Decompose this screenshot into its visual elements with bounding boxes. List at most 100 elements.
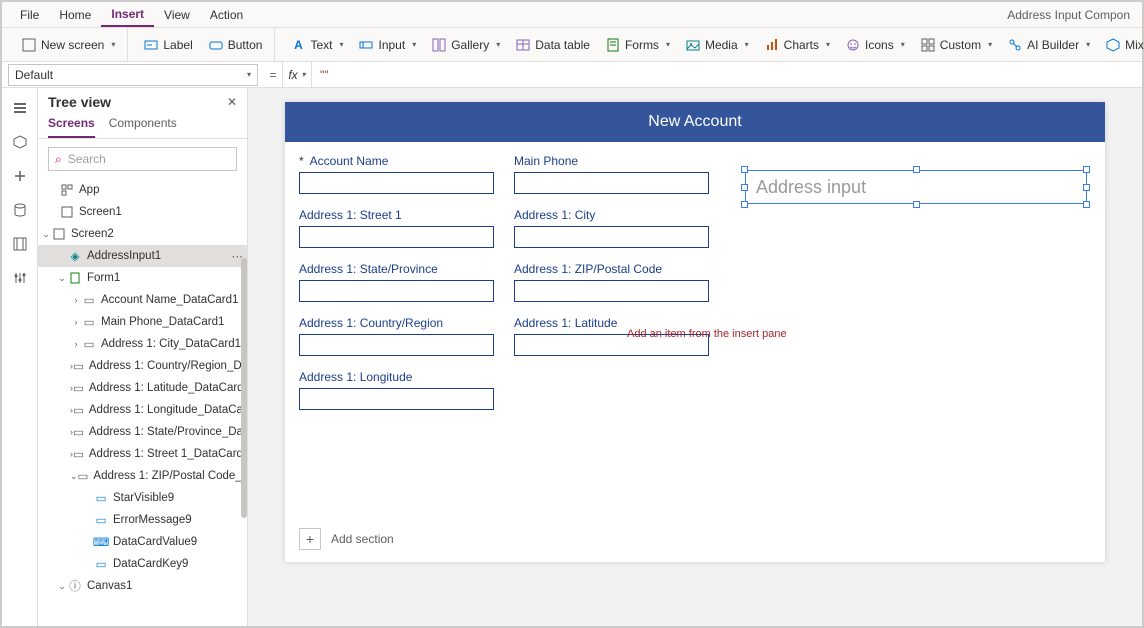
node-card-zip[interactable]: ⌄▭Address 1: ZIP/Postal Code_DataCard1 <box>38 465 247 487</box>
node-card-accountname[interactable]: ›▭Account Name_DataCard1 <box>38 289 247 311</box>
treeview-icon[interactable] <box>10 132 30 152</box>
input-button[interactable]: Input▾ <box>353 35 422 55</box>
insert-hint[interactable]: Add an item from the insert pane <box>627 328 787 340</box>
datacard-accountname[interactable]: *Account Name <box>299 154 494 194</box>
add-section[interactable]: + Add section <box>299 528 394 550</box>
datacard-mainphone[interactable]: Main Phone <box>514 154 709 194</box>
node-form1[interactable]: ⌄Form1 <box>38 267 247 289</box>
text-button[interactable]: AText▾ <box>285 35 349 55</box>
equals-label: = <box>264 68 282 82</box>
menu-insert[interactable]: Insert <box>101 3 154 27</box>
tools-icon[interactable] <box>10 268 30 288</box>
expand-icon[interactable]: ⌄ <box>70 471 78 482</box>
node-card-latitude[interactable]: ›▭Address 1: Latitude_DataCard1 <box>38 377 247 399</box>
tab-components[interactable]: Components <box>109 116 177 138</box>
node-card-longitude[interactable]: ›▭Address 1: Longitude_DataCard1 <box>38 399 247 421</box>
node-starvisible[interactable]: ▭StarVisible9 <box>38 487 247 509</box>
media-button[interactable]: Media▾ <box>680 35 755 55</box>
selection-handle[interactable] <box>1083 184 1090 191</box>
custom-button[interactable]: Custom▾ <box>915 35 998 55</box>
custom-label: Custom <box>940 38 981 52</box>
field-input[interactable] <box>299 388 494 410</box>
button-icon <box>209 38 223 52</box>
node-app[interactable]: App <box>38 179 247 201</box>
expand-icon[interactable]: ⌄ <box>56 581 68 592</box>
expand-icon[interactable]: ⌄ <box>40 229 52 240</box>
field-input[interactable] <box>299 280 494 302</box>
menu-home[interactable]: Home <box>49 4 101 26</box>
node-card-city[interactable]: ›▭Address 1: City_DataCard1 <box>38 333 247 355</box>
icons-button[interactable]: Icons▾ <box>840 35 911 55</box>
formula-input[interactable]: "" <box>312 68 1142 82</box>
node-screen1[interactable]: Screen1 <box>38 201 247 223</box>
mixedreality-button[interactable]: Mixed Reality▾ <box>1100 35 1144 55</box>
new-screen-button[interactable]: New screen ▾ <box>16 35 121 55</box>
datacard-city[interactable]: Address 1: City <box>514 208 709 248</box>
expand-icon[interactable]: ⌄ <box>56 273 68 284</box>
search-icon: ⌕ <box>55 152 62 167</box>
field-input[interactable] <box>299 226 494 248</box>
menu-action[interactable]: Action <box>200 4 253 26</box>
fx-button[interactable]: fx▾ <box>282 62 312 87</box>
data-icon[interactable] <box>10 200 30 220</box>
datacard-longitude[interactable]: Address 1: Longitude <box>299 370 494 410</box>
input-label: Input <box>378 38 405 52</box>
field-input[interactable] <box>514 172 709 194</box>
node-card-street1[interactable]: ›▭Address 1: Street 1_DataCard1 <box>38 443 247 465</box>
tab-screens[interactable]: Screens <box>48 116 95 138</box>
node-datacardvalue[interactable]: ⌨DataCardValue9 <box>38 531 247 553</box>
component-icon: ◈ <box>68 249 82 263</box>
field-input[interactable] <box>299 334 494 356</box>
forms-button[interactable]: Forms▾ <box>600 35 676 55</box>
datacard-street1[interactable]: Address 1: Street 1 <box>299 208 494 248</box>
node-screen2[interactable]: ⌄Screen2 <box>38 223 247 245</box>
node-errormessage[interactable]: ▭ErrorMessage9 <box>38 509 247 531</box>
selection-handle[interactable] <box>741 201 748 208</box>
node-card-country[interactable]: ›▭Address 1: Country/Region_DataCard1 <box>38 355 247 377</box>
field-input[interactable] <box>514 226 709 248</box>
node-addressinput1[interactable]: ◈AddressInput1⋯ <box>38 245 247 267</box>
node-datacardkey[interactable]: ▭DataCardKey9 <box>38 553 247 575</box>
chevron-down-icon: ▾ <box>666 40 670 49</box>
gallery-button[interactable]: Gallery▾ <box>426 35 506 55</box>
menu-view[interactable]: View <box>154 4 200 26</box>
selection-handle[interactable] <box>741 166 748 173</box>
expand-icon[interactable]: › <box>70 295 82 305</box>
datatable-button[interactable]: Data table <box>510 35 596 55</box>
tree-scrollbar[interactable] <box>241 258 247 518</box>
datacard-zip[interactable]: Address 1: ZIP/Postal Code <box>514 262 709 302</box>
address-input-control[interactable]: Address input <box>745 170 1087 204</box>
node-canvas1[interactable]: ⌄ⓘCanvas1 <box>38 575 247 597</box>
field-input[interactable] <box>299 172 494 194</box>
selection-handle[interactable] <box>913 166 920 173</box>
main: Tree view ✕ Screens Components ⌕ Search … <box>2 88 1142 626</box>
menu-file[interactable]: File <box>10 4 49 26</box>
button-button[interactable]: Button <box>203 35 269 55</box>
selection-handle[interactable] <box>1083 201 1090 208</box>
property-selector[interactable]: Default ▾ <box>8 64 258 86</box>
datacard-country[interactable]: Address 1: Country/Region <box>299 316 494 356</box>
media-label: Media <box>705 38 738 52</box>
expand-icon[interactable]: › <box>70 339 82 349</box>
datacard-state[interactable]: Address 1: State/Province <box>299 262 494 302</box>
aibuilder-button[interactable]: AI Builder▾ <box>1002 35 1096 55</box>
field-input[interactable] <box>514 280 709 302</box>
tree-panel: Tree view ✕ Screens Components ⌕ Search … <box>38 88 248 626</box>
selection-handle[interactable] <box>1083 166 1090 173</box>
insert-icon[interactable] <box>10 166 30 186</box>
tree-close-button[interactable]: ✕ <box>227 95 237 109</box>
node-card-mainphone[interactable]: ›▭Main Phone_DataCard1 <box>38 311 247 333</box>
hamburger-icon[interactable] <box>10 98 30 118</box>
address-input-placeholder: Address input <box>756 177 866 198</box>
label-button[interactable]: Label <box>138 35 198 55</box>
node-card-state[interactable]: ›▭Address 1: State/Province_DataCard1 <box>38 421 247 443</box>
chevron-down-icon: ▾ <box>247 70 251 79</box>
expand-icon[interactable]: › <box>70 317 82 327</box>
gallery-icon <box>432 38 446 52</box>
selection-handle[interactable] <box>741 184 748 191</box>
selection-handle[interactable] <box>913 201 920 208</box>
media-rail-icon[interactable] <box>10 234 30 254</box>
form-stage[interactable]: New Account *Account Name Main Phone Add… <box>285 102 1105 562</box>
tree-search[interactable]: ⌕ Search <box>48 147 237 171</box>
charts-button[interactable]: Charts▾ <box>759 35 836 55</box>
